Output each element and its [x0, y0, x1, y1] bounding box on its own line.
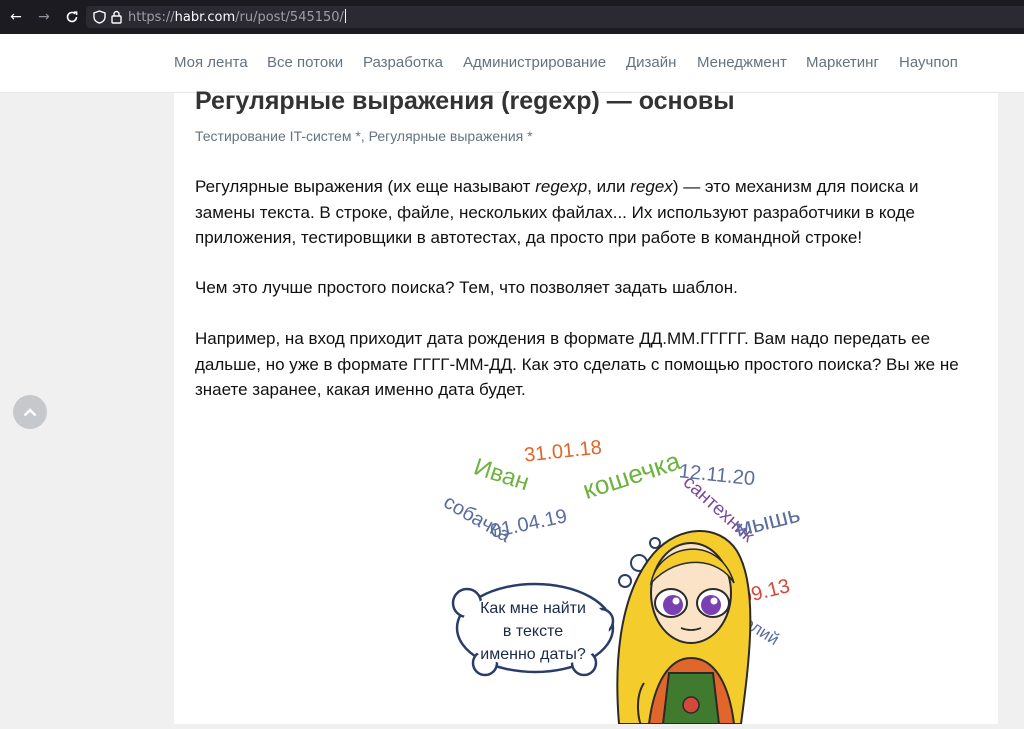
word-ivan: Иван	[471, 453, 533, 496]
site-nav: Моя лента Все потоки Разработка Админист…	[0, 34, 1024, 93]
lock-icon[interactable]	[111, 10, 122, 29]
nav-item-all-flows[interactable]: Все потоки	[267, 54, 343, 71]
hub-link-regex[interactable]: Регулярные выражения *	[369, 128, 533, 144]
text-caret	[344, 9, 346, 23]
url-host: habr.com	[174, 10, 236, 25]
bubble-line-1: Как мне найти	[480, 600, 586, 617]
illustration-drawing: 31.01.18 Иван кошечка 12.11.20 сантехник…	[440, 437, 803, 725]
url-path: /ru/post/545150/	[235, 10, 344, 25]
intro-em-regexp: regexp	[535, 177, 588, 196]
nav-flows: Моя лента Все потоки Разработка Админист…	[0, 34, 1024, 92]
nav-item-development[interactable]: Разработка	[363, 54, 443, 71]
hub-link-testing[interactable]: Тестирование IT-систем *	[195, 128, 361, 144]
paragraph-why: Чем это лучше простого поиска? Тем, что …	[195, 278, 738, 297]
intro-text-a: Регулярные выражения (их еще называют	[195, 177, 536, 196]
paragraph-intro: Регулярные выражения (их еще называют re…	[195, 174, 975, 251]
nav-item-marketing[interactable]: Маркетинг	[806, 54, 879, 71]
regex-illustration: 31.01.18 Иван кошечка 12.11.20 сантехник…	[419, 423, 819, 725]
address-bar[interactable]: https://habr.com/ru/post/545150/	[86, 6, 1024, 28]
nav-item-design[interactable]: Дизайн	[626, 54, 676, 71]
nav-item-administration[interactable]: Администрирование	[463, 54, 606, 71]
article-hubs: Тестирование IT-систем *, Регулярные выр…	[195, 128, 533, 144]
article-title: Регулярные выражения (regexp) — основы	[195, 87, 735, 115]
browser-toolbar: ← → https://habr.com/ru/post/545150/	[0, 0, 1024, 34]
intro-em-regex: regex	[630, 177, 673, 196]
nav-item-my-feed[interactable]: Моя лента	[174, 54, 248, 71]
shield-icon[interactable]	[93, 10, 106, 29]
arrow-right-icon[interactable]: →	[34, 7, 54, 27]
url-scheme: https://	[128, 10, 175, 25]
url-text: https://habr.com/ru/post/545150/	[128, 9, 346, 25]
reload-icon[interactable]	[62, 7, 82, 27]
arrow-left-icon[interactable]: ←	[6, 7, 26, 27]
nav-item-management[interactable]: Менеджмент	[697, 54, 787, 71]
word-mysh: мышь	[733, 501, 803, 543]
chevron-up-icon	[23, 407, 37, 416]
article: Регулярные выражения (regexp) — основы Т…	[174, 87, 998, 725]
nav-item-popsci[interactable]: Научпоп	[899, 54, 958, 71]
bubble-line-2: в тексте	[503, 623, 563, 640]
paragraph-example: Например, на вход приходит дата рождения…	[195, 329, 959, 399]
word-date-1: 31.01.18	[523, 437, 603, 467]
scroll-to-top-button[interactable]	[13, 395, 47, 429]
intro-text-b: , или	[587, 177, 631, 196]
bubble-line-3: именно даты?	[480, 646, 586, 663]
